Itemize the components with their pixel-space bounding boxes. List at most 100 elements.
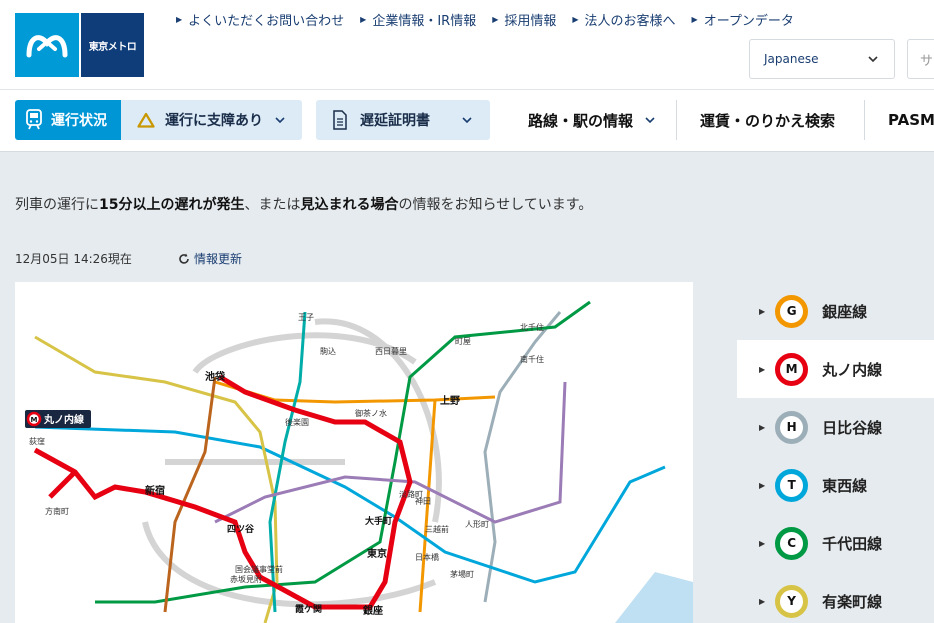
refresh-link[interactable]: 情報更新 (178, 250, 242, 267)
chevron-down-icon (868, 56, 878, 63)
warning-icon (137, 112, 155, 128)
tokyo-metro-logo-icon[interactable] (15, 13, 79, 77)
nav-item-label: PASMO (888, 111, 934, 129)
line-item-yurakucho[interactable]: ▶ Y 有楽町線 (737, 572, 934, 623)
station-kasumigaseki: 霞ケ関 (295, 604, 322, 615)
global-nav: 運行状況 運行に支障あり 遅延証明書 路線・駅の情報 運賃・のりかえ検索 PAS… (0, 90, 934, 152)
line-name: 東西線 (822, 476, 868, 495)
operation-status-label: 運行状況 (51, 113, 107, 129)
line-item-tozai[interactable]: ▶ T 東西線 (737, 456, 934, 514)
station-machiya: 町屋 (455, 337, 471, 346)
station-korakuen: 後楽園 (285, 417, 309, 427)
nav-item-label: 運賃・のりかえ検索 (700, 111, 836, 130)
station-minamisenju: 南千住 (520, 354, 544, 364)
util-link-label: 企業情報・IR情報 (372, 14, 477, 29)
triangle-right-icon: ▶ (759, 422, 766, 432)
delay-certificate-label: 遅延証明書 (360, 113, 430, 129)
triangle-right-icon: ▶ (759, 596, 766, 606)
chevron-down-icon (645, 117, 655, 124)
tozai-line-icon: T (775, 468, 809, 502)
nav-pasmo[interactable]: PASMO (888, 100, 934, 140)
triangle-right-icon: ▶ (759, 364, 766, 374)
line-status-list: ▶ G 銀座線 ▶ M 丸ノ内線 ▶ H 日比谷線 ▶ T 東西線 ▶ C 千代… (737, 282, 934, 623)
service-alert-button[interactable]: 運行に支障あり (121, 100, 302, 140)
triangle-right-icon: ▶ (572, 15, 579, 24)
update-timestamp: 12月05日 14:26現在 (15, 252, 132, 266)
station-kitasenju: 北千住 (520, 322, 544, 332)
triangle-right-icon: ▶ (492, 15, 499, 24)
station-honancho: 方南町 (45, 506, 69, 516)
station-mitsukoshimae: 三越前 (425, 524, 449, 534)
util-link-corporate[interactable]: ▶ 企業情報・IR情報 (360, 10, 476, 29)
notice-bold: 15分以上の遅れが発生 (99, 197, 245, 213)
refresh-icon (179, 253, 189, 264)
station-ningyocho: 人形町 (465, 520, 489, 529)
chevron-down-icon (462, 117, 472, 124)
line-item-chiyoda[interactable]: ▶ C 千代田線 (737, 514, 934, 572)
search-input[interactable]: サ (907, 39, 934, 79)
station-nihombashi: 日本橋 (415, 552, 439, 562)
station-ochanomizu: 御茶ノ水 (355, 408, 387, 418)
chiyoda-line-icon: C (775, 526, 809, 560)
language-select[interactable]: Japanese (749, 39, 895, 79)
util-link-recruit[interactable]: ▶ 採用情報 (492, 10, 556, 29)
notice-text: 、または (244, 197, 301, 213)
line-name: 有楽町線 (822, 592, 883, 611)
operation-status-button[interactable]: 運行状況 (15, 100, 121, 140)
util-link-label: 採用情報 (504, 14, 557, 29)
triangle-right-icon: ▶ (176, 15, 183, 24)
line-item-hibiya[interactable]: ▶ H 日比谷線 (737, 398, 934, 456)
document-icon (333, 110, 347, 130)
station-yotsuya: 四ツ谷 (227, 523, 255, 535)
triangle-right-icon: ▶ (759, 480, 766, 490)
line-name: 銀座線 (822, 302, 868, 321)
yurakucho-line-icon: Y (775, 584, 809, 618)
station-tokyo: 東京 (367, 547, 387, 560)
service-alert-label: 運行に支障あり (165, 113, 263, 129)
nav-item-label: 路線・駅の情報 (528, 111, 634, 130)
site-header: 東京メトロ ▶ よくいただくお問い合わせ ▶ 企業情報・IR情報 ▶ 採用情報 ▶ 法人… (0, 0, 934, 90)
main-content: 列車の運行に15分以上の遅れが発生、または見込まれる場合の情報をお知らせしていま… (0, 152, 934, 623)
util-link-opendata[interactable]: ▶ オープンデータ (692, 10, 794, 29)
line-name: 丸ノ内線 (822, 360, 883, 379)
notice-bold: 見込まれる場合 (300, 197, 399, 213)
delay-notice: 列車の運行に15分以上の遅れが発生、または見込まれる場合の情報をお知らせしていま… (15, 194, 592, 214)
line-name: 千代田線 (822, 534, 883, 553)
route-map[interactable]: M 丸ノ内線 池袋 新宿 四ツ谷 大手町 東京 銀座 霞ケ関 上野 荻窪 方南町… (15, 282, 693, 623)
ginza-line-icon: G (775, 294, 809, 328)
notice-text: の情報をお知らせしています。 (398, 197, 593, 213)
station-oji: 王子 (298, 313, 314, 322)
nav-divider (864, 100, 865, 140)
util-link-faq[interactable]: ▶ よくいただくお問い合わせ (176, 10, 344, 29)
hibiya-line-icon: H (775, 410, 809, 444)
utility-links: ▶ よくいただくお問い合わせ ▶ 企業情報・IR情報 ▶ 採用情報 ▶ 法人のお客様へ … (176, 10, 810, 29)
util-link-label: よくいただくお問い合わせ (188, 14, 345, 29)
triangle-right-icon: ▶ (759, 306, 766, 316)
nav-fare-search[interactable]: 運賃・のりかえ検索 (700, 100, 835, 140)
station-ogikubo: 荻窪 (29, 436, 45, 446)
station-nishinippori: 西日暮里 (375, 346, 407, 356)
station-ginza: 銀座 (363, 604, 383, 617)
line-name: 日比谷線 (822, 418, 883, 437)
nav-lines-stations[interactable]: 路線・駅の情報 (528, 100, 657, 140)
station-kanda: 神田 (415, 496, 431, 506)
station-shinjuku: 新宿 (145, 484, 165, 497)
logo-text[interactable]: 東京メトロ (81, 13, 144, 77)
station-ueno: 上野 (440, 394, 460, 407)
line-item-marunouchi[interactable]: ▶ M 丸ノ内線 (737, 340, 934, 398)
triangle-right-icon: ▶ (691, 15, 698, 24)
station-akasakamitsuke: 赤坂見附 (230, 574, 262, 584)
refresh-label: 情報更新 (194, 252, 243, 266)
legend-letter: M (31, 416, 38, 424)
language-value: Japanese (764, 52, 819, 66)
delay-certificate-button[interactable]: 遅延証明書 (316, 100, 490, 140)
station-komagome: 駒込 (320, 346, 336, 356)
triangle-right-icon: ▶ (360, 15, 367, 24)
train-icon (26, 109, 42, 130)
station-otemachi: 大手町 (365, 515, 392, 527)
util-link-business[interactable]: ▶ 法人のお客様へ (572, 10, 675, 29)
line-item-ginza[interactable]: ▶ G 銀座線 (737, 282, 934, 340)
station-ikebukuro: 池袋 (205, 370, 226, 383)
search-placeholder: サ (920, 53, 934, 69)
station-kokkaigijidomae: 国会議事堂前 (235, 564, 283, 574)
